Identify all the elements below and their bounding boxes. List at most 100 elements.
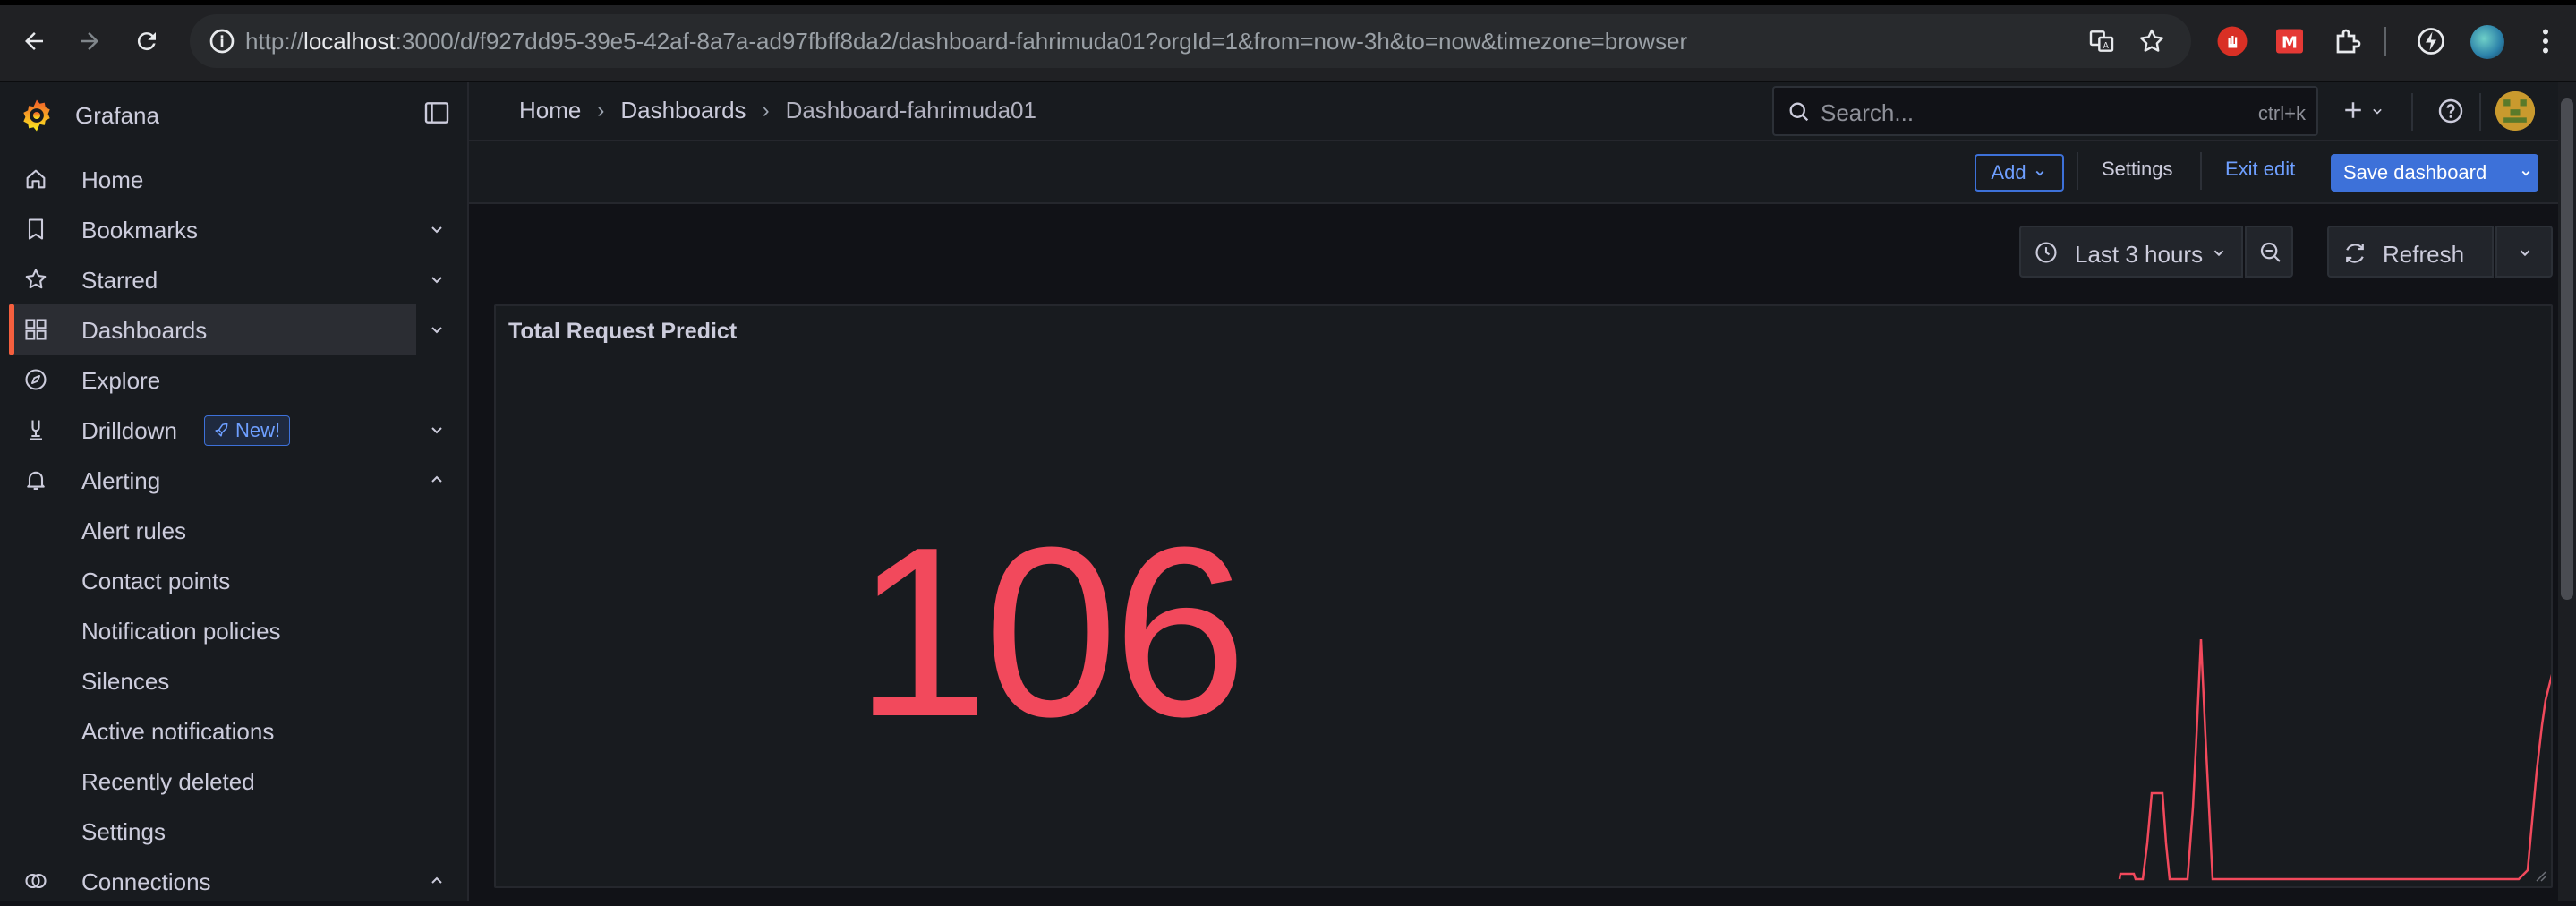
star-icon <box>25 269 47 289</box>
translate-icon[interactable]: A <box>2087 27 2116 56</box>
sidebar-item-starred[interactable]: Starred <box>0 254 467 304</box>
brand-name: Grafana <box>75 101 159 129</box>
refresh-label: Refresh <box>2383 241 2465 268</box>
address-bar[interactable]: http://localhost:3000/d/f927dd95-39e5-42… <box>190 14 2191 68</box>
add-button[interactable]: Add <box>1975 154 2064 192</box>
time-range-picker[interactable]: Last 3 hours <box>2019 226 2243 278</box>
tab-strip <box>0 0 2576 5</box>
forward-button[interactable] <box>72 23 107 59</box>
profile-avatar[interactable] <box>2470 25 2504 59</box>
chevron-down-icon <box>2373 108 2383 115</box>
sidebar: Grafana Home Bookmarks Starred Dashboard… <box>0 82 469 901</box>
topbar-divider <box>2411 93 2413 131</box>
chevron-down-icon[interactable] <box>426 319 448 340</box>
sidebar-item-connections[interactable]: Connections <box>0 856 467 906</box>
resize-handle-icon[interactable] <box>2533 868 2547 883</box>
plus-icon <box>2345 102 2361 118</box>
sidebar-item-bookmarks[interactable]: Bookmarks <box>0 204 467 254</box>
reload-button[interactable] <box>129 23 165 59</box>
stat-panel[interactable]: Total Request Predict 106 <box>494 304 2553 888</box>
breadcrumb-home[interactable]: Home <box>519 97 581 124</box>
home-icon <box>26 169 46 189</box>
site-info-icon[interactable] <box>208 27 236 56</box>
sidebar-item-alerting[interactable]: Alerting <box>0 455 467 505</box>
sidebar-item-label: Silences <box>81 668 170 695</box>
sidebar-subitem-silences[interactable]: Silences <box>0 655 467 705</box>
sidebar-subitem-alert-rules[interactable]: Alert rules <box>0 505 467 555</box>
drilldown-icon <box>30 420 42 440</box>
sidebar-item-explore[interactable]: Explore <box>0 355 467 405</box>
compass-icon <box>25 369 47 390</box>
new-menu-button[interactable] <box>2340 97 2386 128</box>
settings-button[interactable]: Settings <box>2102 158 2173 181</box>
grafana-app: Grafana Home Bookmarks Starred Dashboard… <box>0 82 2576 901</box>
search-placeholder: Search... <box>1821 99 1915 126</box>
sidebar-item-label: Connections <box>81 868 211 895</box>
sidebar-item-label: Dashboards <box>81 317 208 344</box>
url-text: http://localhost:3000/d/f927dd95-39e5-42… <box>245 28 1688 55</box>
chevron-up-icon[interactable] <box>426 870 448 892</box>
sidebar-item-label: Home <box>81 167 144 193</box>
topbar-divider <box>2479 93 2481 131</box>
apps-icon <box>25 319 47 340</box>
refresh-button[interactable]: Refresh <box>2327 226 2494 278</box>
exit-edit-button[interactable]: Exit edit <box>2225 158 2295 181</box>
performance-icon[interactable] <box>2415 25 2447 57</box>
nav-menu: Home Bookmarks Starred Dashboards Explor… <box>0 154 467 906</box>
chevron-down-icon[interactable] <box>426 218 448 240</box>
extension-m-icon[interactable]: M <box>2273 25 2306 57</box>
sidebar-subitem-notification-policies[interactable]: Notification policies <box>0 605 467 655</box>
breadcrumb-dashboards[interactable]: Dashboards <box>620 97 746 124</box>
extension-hand-icon[interactable] <box>2216 25 2248 57</box>
chevron-right-icon: › <box>762 98 770 123</box>
sidebar-item-label: Notification policies <box>81 618 281 645</box>
save-dashboard-button[interactable]: Save dashboard <box>2331 154 2538 192</box>
avatar-icon <box>2495 91 2535 131</box>
extensions-puzzle-icon[interactable] <box>2333 25 2365 57</box>
main-content: Home › Dashboards › Dashboard-fahrimuda0… <box>469 82 2576 901</box>
chevron-down-icon[interactable] <box>426 269 448 290</box>
sidebar-item-label: Drilldown <box>81 417 177 444</box>
star-bookmark-icon[interactable] <box>2137 27 2166 56</box>
page-scrollbar-thumb[interactable] <box>2561 98 2573 600</box>
sidebar-item-dashboards[interactable]: Dashboards <box>9 304 442 355</box>
sidebar-subitem-settings[interactable]: Settings <box>0 806 467 856</box>
sidebar-subitem-recently-deleted[interactable]: Recently deleted <box>0 756 467 806</box>
sidebar-item-label: Settings <box>81 818 166 845</box>
browser-toolbar: http://localhost:3000/d/f927dd95-39e5-42… <box>0 0 2576 82</box>
sidebar-item-label: Recently deleted <box>81 768 255 795</box>
sidebar-subitem-active-notifications[interactable]: Active notifications <box>0 705 467 756</box>
save-options-button[interactable] <box>2512 154 2538 192</box>
search-input[interactable]: Search... ctrl+k <box>1772 86 2318 136</box>
sidebar-item-home[interactable]: Home <box>0 154 467 204</box>
back-button[interactable] <box>16 23 52 59</box>
dock-menu-icon[interactable] <box>422 98 451 127</box>
help-icon[interactable] <box>2436 97 2465 125</box>
editbar-divider <box>2077 152 2078 190</box>
browser-menu-icon[interactable] <box>2529 25 2562 57</box>
sidebar-item-label: Starred <box>81 267 158 294</box>
sidebar-item-label: Bookmarks <box>81 217 199 244</box>
sparkline-line <box>2118 638 2551 881</box>
chevron-down-icon[interactable] <box>426 419 448 440</box>
sidebar-subitem-contact-points[interactable]: Contact points <box>0 555 467 605</box>
dashboard-controls: Last 3 hours Refresh <box>469 204 2576 297</box>
chevron-up-icon[interactable] <box>426 469 448 491</box>
time-range-label: Last 3 hours <box>2075 241 2204 268</box>
sidebar-item-drilldown[interactable]: Drilldown New! <box>0 405 467 455</box>
badge-label: New! <box>235 419 281 441</box>
bell-icon <box>27 471 45 490</box>
search-shortcut: ctrl+k <box>2257 102 2306 124</box>
grafana-logo-link[interactable]: Grafana <box>18 93 159 138</box>
svg-text:M: M <box>2282 34 2298 53</box>
toolbar-divider <box>2384 27 2386 56</box>
chevron-right-icon: › <box>597 98 605 123</box>
zoom-out-button[interactable] <box>2245 226 2293 278</box>
refresh-interval-button[interactable] <box>2495 226 2553 278</box>
zoom-out-icon <box>2260 242 2281 262</box>
svg-text:A: A <box>2103 41 2109 51</box>
user-avatar[interactable] <box>2495 91 2535 131</box>
editbar-divider <box>2200 152 2202 190</box>
grafana-logo-icon <box>23 99 50 132</box>
stat-value: 106 <box>854 498 1247 767</box>
